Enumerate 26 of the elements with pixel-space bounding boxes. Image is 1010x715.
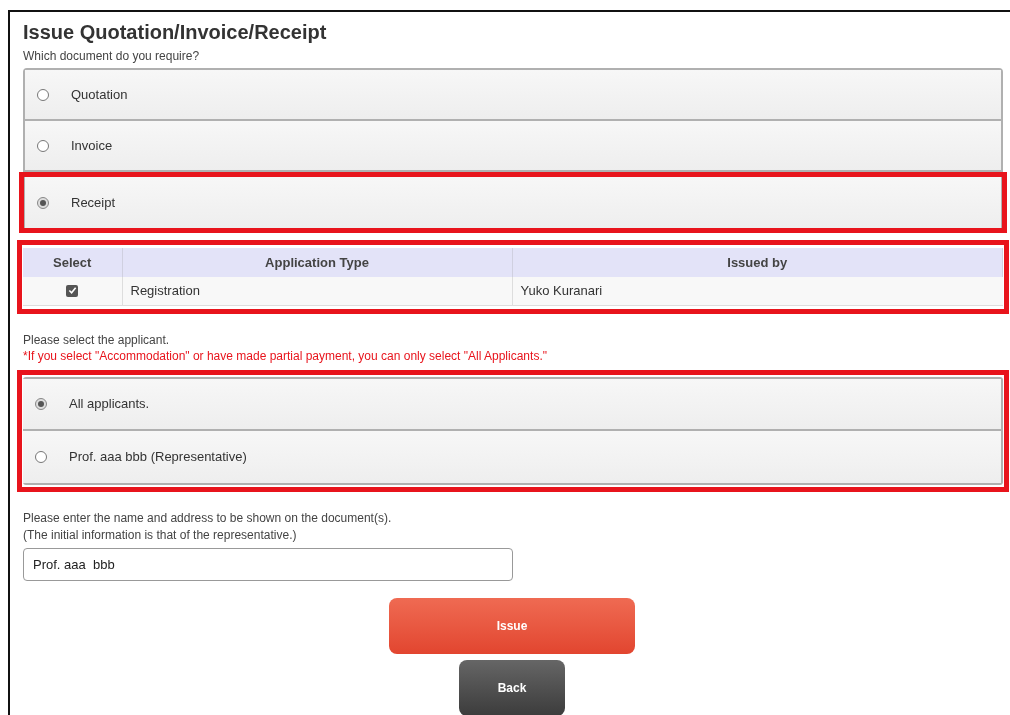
option-label: All applicants. xyxy=(69,394,150,413)
checkbox[interactable] xyxy=(66,284,79,297)
radio-button[interactable] xyxy=(35,450,47,463)
table-cell: Registration xyxy=(122,277,512,305)
option-row[interactable]: Invoice xyxy=(25,121,1001,172)
option-row[interactable]: Prof. aaa bbb (Representative) xyxy=(23,430,1001,483)
radio-button[interactable] xyxy=(37,88,49,101)
radio-button[interactable] xyxy=(37,196,49,209)
applicant-prompt: Please select the applicant. xyxy=(23,331,171,348)
table-cell: Yuko Kuranari xyxy=(512,277,1003,305)
name-field[interactable]: Prof. aaa bbb xyxy=(23,547,513,581)
option-row[interactable]: All applicants. xyxy=(23,378,1001,431)
radio-button[interactable] xyxy=(37,139,49,152)
instruction-text: (The initial information is that of the representative.) xyxy=(23,526,298,544)
option-label: Quotation xyxy=(71,85,128,104)
option-label: Prof. aaa bbb (Representative) xyxy=(69,447,247,466)
warning-note: *If you select "Accommodation" or have made partial payment, you can only select "All Applicants." xyxy=(23,347,548,364)
document-prompt: Which document do you require? xyxy=(23,48,201,64)
option-label: Invoice xyxy=(71,136,113,155)
back-button[interactable]: Back xyxy=(459,659,565,715)
option-label: Receipt xyxy=(71,193,116,212)
page-title: Issue Quotation/Invoice/Receipt xyxy=(23,20,328,44)
radio-button[interactable] xyxy=(35,397,47,410)
option-row[interactable]: Quotation xyxy=(25,70,1001,121)
instruction-text: Please enter the name and address to be shown on the document(s). xyxy=(23,509,393,527)
issue-button[interactable]: Issue xyxy=(389,597,635,654)
